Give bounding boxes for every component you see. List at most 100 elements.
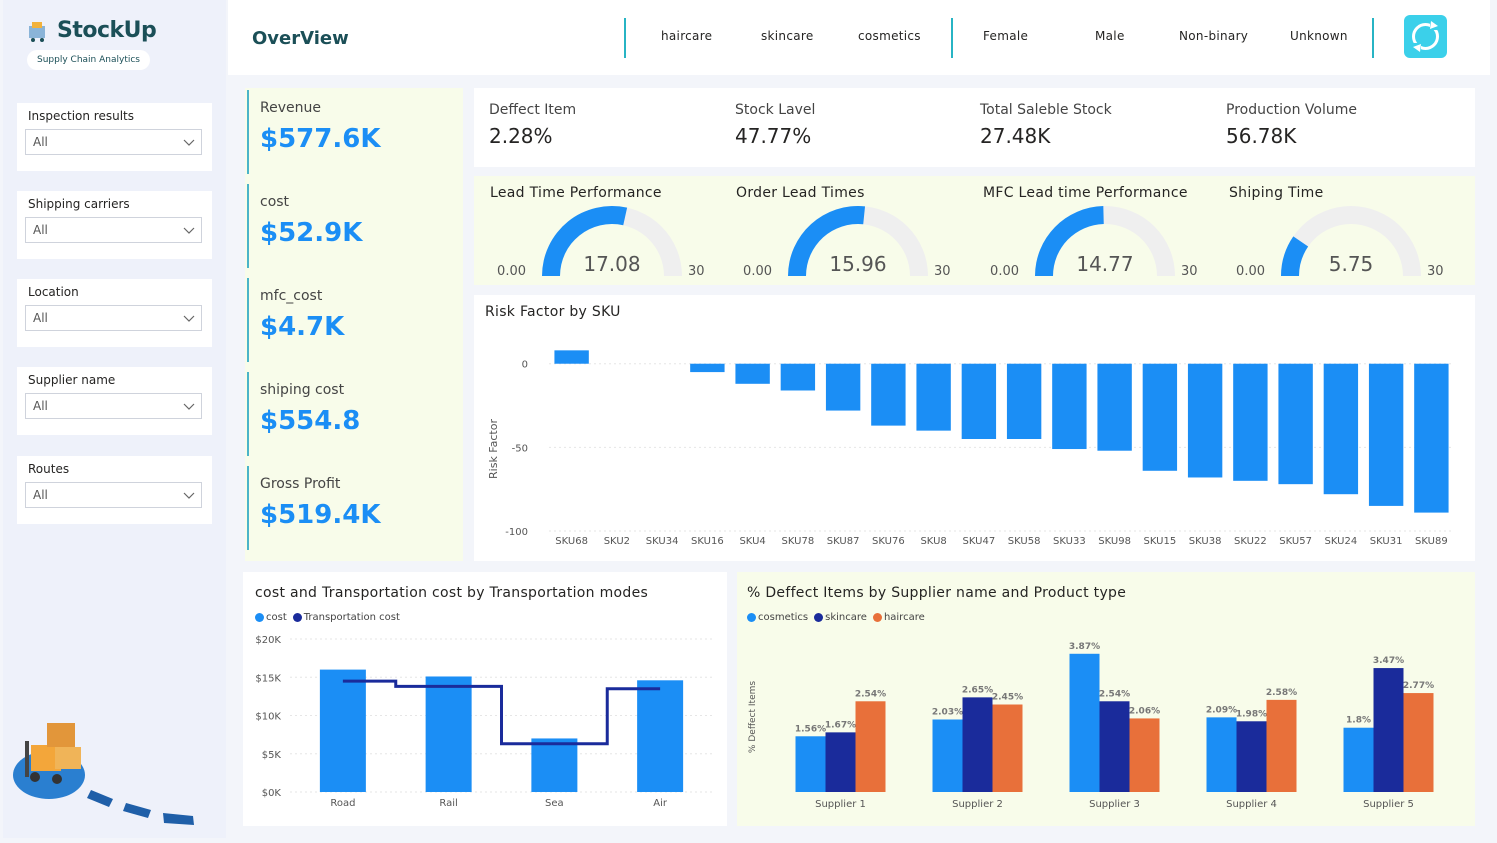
bar-sku4 [735,363,770,384]
data-label: 2.58% [1266,688,1297,698]
x-tick-label: Supplier 4 [1226,799,1277,810]
filter-haircare-button[interactable]: haircare [661,29,712,43]
gauge-lead-time-performance: Lead Time Performance 17.08 0.00 30 [474,176,720,285]
chevron-down-icon [183,492,195,499]
x-tick-label: SKU8 [920,536,946,547]
dropdown-value: All [33,488,48,502]
gauge-chart: 14.77 0.00 30 [990,206,1198,279]
data-label: 1.8% [1346,716,1371,726]
filter-male-button[interactable]: Male [1095,29,1125,43]
bar-sea [531,738,578,792]
kpi-card-production-volume: Production Volume 56.78K [1226,102,1357,148]
kpi-card-gross-profit: Gross Profit $519.4K [247,466,457,550]
kpi-value: 2.28% [489,124,553,148]
slicer-location: Location All [17,279,212,347]
x-tick-label: SKU98 [1098,536,1131,547]
bar-sku57 [1278,363,1313,485]
kpi-label: Production Volume [1226,102,1358,118]
x-tick-label: Supplier 5 [1363,799,1414,810]
kpi-value: $52.9K [260,218,363,248]
bar-air [637,680,684,792]
x-tick-label: SKU22 [1234,536,1267,547]
bar-sku8 [916,363,951,431]
defect-items-chart: % Deffect Items 1.56%1.67% 2.54% Supplier 1… [748,642,1434,810]
kpi-card-defect-item: Deffect Item 2.28% [489,102,576,148]
bar-haircare-1 [855,701,886,792]
x-tick-label: SKU58 [1008,536,1041,547]
slicer-label: Location [28,285,79,299]
kpi-label: Gross Profit [260,476,341,492]
kpi-column: Revenue $577.6K cost $52.9K mfc_cost $4.… [245,88,463,561]
y-tick-label: $10K [255,712,281,723]
x-tick-label: SKU2 [604,536,630,547]
bar-sku68 [554,350,589,364]
filter-female-button[interactable]: Female [983,29,1028,43]
slicer-label: Supplier name [28,373,116,387]
bar-haircare-5 [1403,693,1434,792]
x-tick-label: SKU16 [691,536,724,547]
bar-haircare-4 [1266,699,1297,792]
y-axis-title: % Deffect Items [748,681,758,753]
forklift-illustration-icon [13,723,194,825]
kpi-value: 47.77% [735,124,812,148]
shipping-carriers-dropdown[interactable]: All [25,217,202,243]
x-tick-label: SKU78 [782,536,815,547]
filter-skincare-button[interactable]: skincare [761,29,814,43]
bar-sku58 [1006,363,1042,439]
gauge-order-lead-times: Order Lead Times 15.96 0.00 30 [720,176,966,285]
x-tick-label: SKU38 [1189,536,1222,547]
gauge-chart: 17.08 0.00 30 [497,206,705,279]
kpi-label: Revenue [260,100,321,116]
x-tick-label: Supplier 2 [952,799,1003,810]
bar-sku98 [1097,363,1132,451]
filter-cosmetics-button[interactable]: cosmetics [858,29,921,43]
data-label: 2.45% [992,693,1023,703]
kpi-value: $554.8 [260,406,361,436]
gauge-min-label: 0.00 [990,264,1019,279]
slicer-shipping-carriers: Shipping carriers All [17,191,212,259]
routes-dropdown[interactable]: All [25,482,202,508]
risk-factor-chart: Risk Factor 0 -50 -100 SKU68 SKU2 SKU34 SKU16 SK… [487,350,1454,547]
gauge-mfc-lead-time-performance: MFC Lead time Performance 14.77 0.00 30 [967,176,1213,285]
refresh-button[interactable] [1404,15,1447,58]
slicer-label: Inspection results [28,109,134,123]
gauge-value: 17.08 [583,252,640,276]
x-tick-label: SKU68 [555,536,588,547]
x-tick-label: SKU34 [646,536,679,547]
gauge-max-label: 30 [1427,264,1444,279]
x-tick-label: SKU76 [872,536,905,547]
location-dropdown[interactable]: All [25,305,202,331]
y-tick-label: -100 [505,527,528,538]
bar-sku47 [961,363,997,439]
defect-items-chart-panel: % Deffect Items by Supplier name and Pro… [737,572,1475,826]
kpi-card-revenue: Revenue $577.6K [247,90,457,174]
transportation-cost-line [342,679,661,746]
kpi-label: Stock Lavel [735,102,816,118]
y-tick-label: $15K [255,673,281,684]
kpi-label: Deffect Item [489,102,577,118]
gauge-value: 15.96 [829,252,886,276]
x-tick-label: SKU89 [1415,536,1448,547]
header: OverView haircare skincare cosmetics Fem… [228,0,1490,75]
filter-unknown-button[interactable]: Unknown [1290,29,1348,43]
bar-sku89 [1414,363,1449,513]
gauge-row: Lead Time Performance 17.08 0.00 30 Order … [474,176,1475,285]
bar-cosmetics-5 [1343,727,1374,792]
kpi-label: mfc_cost [260,288,323,304]
supplier-name-dropdown[interactable]: All [25,393,202,419]
chevron-down-icon [183,227,195,234]
risk-factor-chart-panel: Risk Factor by SKU Risk Factor 0 -50 -100 SK… [474,295,1475,561]
bar-sku38 [1187,363,1223,478]
kpi-label: shiping cost [260,382,345,398]
filter-non-binary-button[interactable]: Non-binary [1179,29,1248,43]
gauge-value: 14.77 [1076,252,1133,276]
bar-sku24 [1323,363,1359,495]
slicer-supplier-name: Supplier name All [17,367,212,435]
x-tick-label: SKU24 [1325,536,1358,547]
gauge-chart: 5.75 0.00 30 [1236,206,1444,279]
slicer-label: Routes [28,462,70,476]
kpi-value: $519.4K [260,500,381,530]
x-tick-label: SKU31 [1370,536,1403,547]
inspection-results-dropdown[interactable]: All [25,129,202,155]
y-tick-label: $20K [255,635,281,646]
